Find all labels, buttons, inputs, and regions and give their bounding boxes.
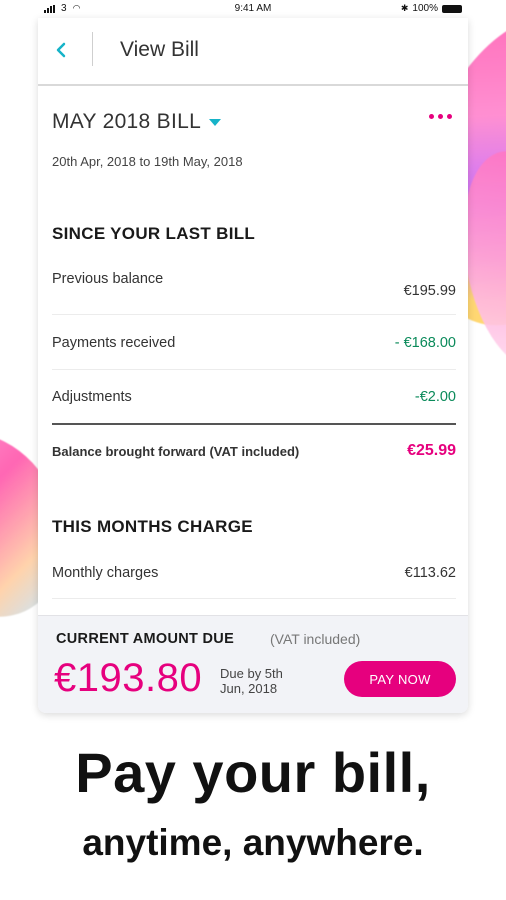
vat-note: (VAT included) xyxy=(270,631,361,647)
bill-period-label: MAY 2018 BILL xyxy=(52,110,202,133)
bill-screen: View Bill MAY 2018 BILL 20th Apr, 2018 t… xyxy=(38,18,468,713)
promo-title: Pay your bill, xyxy=(75,741,431,804)
amount-due-value: €193.80 xyxy=(54,656,203,700)
row-label: Previous balance xyxy=(52,271,164,287)
promo-subtitle: anytime, anywhere. xyxy=(82,822,424,863)
row-value: - €168.00 xyxy=(394,335,456,351)
row-value: €195.99 xyxy=(403,283,456,299)
section-heading-since-last-bill: SINCE YOUR LAST BILL xyxy=(52,224,256,243)
back-button[interactable] xyxy=(54,36,74,64)
bill-date-range: 20th Apr, 2018 to 19th May, 2018 xyxy=(52,154,243,169)
app-header: View Bill xyxy=(38,18,468,86)
total-value: €25.99 xyxy=(407,442,456,459)
amount-due-panel: CURRENT AMOUNT DUE (VAT included) €193.8… xyxy=(38,615,468,713)
row-label: Adjustments xyxy=(52,389,132,405)
more-dot xyxy=(447,114,452,119)
header-divider xyxy=(92,32,93,66)
due-date: Due by 5th Jun, 2018 xyxy=(220,666,283,696)
battery-percent: 100% xyxy=(412,3,438,14)
row-divider xyxy=(52,369,456,370)
more-dot xyxy=(438,114,443,119)
row-label: Monthly charges xyxy=(52,565,159,581)
row-divider xyxy=(52,598,456,599)
status-bar: 3 ◠ 9:41 AM ✱ 100% xyxy=(38,0,468,18)
total-label: Balance brought forward (VAT included) xyxy=(52,444,300,459)
row-label: Payments received xyxy=(52,335,176,351)
row-value: €113.62 xyxy=(404,565,456,581)
row-value: -€2.00 xyxy=(414,389,456,405)
page-title: View Bill xyxy=(120,38,199,61)
section-heading-this-months-charge: THIS MONTHS CHARGE xyxy=(52,517,253,536)
more-dots-icon xyxy=(429,114,434,119)
chevron-left-icon xyxy=(56,42,66,58)
bluetooth-icon: ✱ xyxy=(400,3,409,13)
row-divider xyxy=(52,314,456,315)
battery-icon xyxy=(442,4,462,13)
pay-now-button[interactable]: PAY NOW xyxy=(344,661,456,697)
amount-due-heading: CURRENT AMOUNT DUE xyxy=(56,631,235,647)
row-previous-balance: Previous balance €195.99 xyxy=(52,271,456,301)
bill-period-selector[interactable]: MAY 2018 BILL xyxy=(52,110,222,134)
total-divider xyxy=(52,423,456,425)
more-options-button[interactable] xyxy=(429,114,452,119)
caret-down-icon xyxy=(209,118,222,126)
